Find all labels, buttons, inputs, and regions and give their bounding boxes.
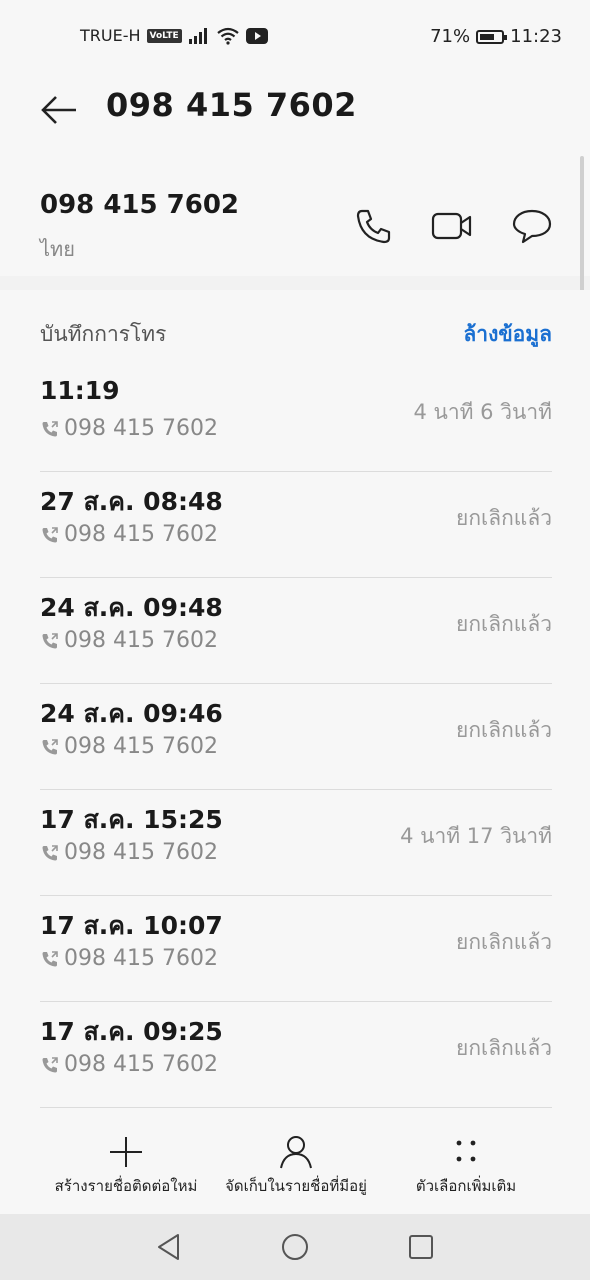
call-number: 098 415 7602 xyxy=(64,946,218,971)
phone-icon xyxy=(356,209,391,244)
page-title: 098 415 7602 xyxy=(106,86,357,124)
outgoing-call-icon xyxy=(42,1056,58,1072)
app-header: 098 415 7602 xyxy=(0,76,590,156)
video-call-icon xyxy=(431,212,472,240)
call-log-panel: บันทึกการโทร ล้างข้อมูล 11:19 098 415 760… xyxy=(0,290,590,1124)
triangle-back-icon xyxy=(158,1234,179,1260)
nav-recents-button[interactable] xyxy=(404,1230,438,1264)
call-log-row[interactable]: 24 ส.ค. 09:46 098 415 7602 ยกเลิกแล้ว xyxy=(40,684,552,790)
call-log-row[interactable]: 27 ส.ค. 08:48 098 415 7602 ยกเลิกแล้ว xyxy=(40,472,552,578)
call-time: 17 ส.ค. 10:07 xyxy=(40,911,223,940)
status-bar: TRUE-H VoLTE 71% 11:23 xyxy=(0,0,590,76)
back-button[interactable] xyxy=(36,86,84,134)
person-icon xyxy=(280,1136,312,1169)
call-status: ยกเลิกแล้ว xyxy=(456,506,552,530)
clock: 11:23 xyxy=(510,26,562,47)
more-options-button[interactable]: ตัวเลือกเพิ่มเติม xyxy=(400,1134,532,1198)
call-button[interactable] xyxy=(352,204,396,248)
outgoing-call-icon xyxy=(42,844,58,860)
call-log-row[interactable]: 17 ส.ค. 10:07 098 415 7602 ยกเลิกแล้ว xyxy=(40,896,552,1002)
call-log-row[interactable]: 11:19 098 415 7602 4 นาที 6 วินาที xyxy=(40,366,552,472)
square-recents-icon xyxy=(409,1235,433,1259)
outgoing-call-icon xyxy=(42,738,58,754)
call-time: 24 ส.ค. 09:48 xyxy=(40,593,223,622)
call-number: 098 415 7602 xyxy=(64,734,218,759)
call-status: ยกเลิกแล้ว xyxy=(456,1036,552,1060)
contact-card: 098 415 7602 ไทย xyxy=(0,156,590,276)
contact-number: 098 415 7602 xyxy=(40,190,240,220)
outgoing-call-icon xyxy=(42,632,58,648)
call-time: 27 ส.ค. 08:48 xyxy=(40,487,223,516)
arrow-left-icon xyxy=(41,96,76,124)
youtube-icon xyxy=(245,27,268,44)
bottom-action-bar: สร้างรายชื่อติดต่อใหม่ จัดเก็บในรายชื่อท… xyxy=(0,1124,590,1214)
call-log-title: บันทึกการโทร xyxy=(40,322,167,346)
call-log-row[interactable]: 17 ส.ค. 15:25 098 415 7602 4 นาที 17 วินาท… xyxy=(40,790,552,896)
create-contact-label: สร้างรายชื่อติดต่อใหม่ xyxy=(54,1177,198,1195)
plus-icon xyxy=(110,1137,142,1167)
call-status: 4 นาที 6 วินาที xyxy=(413,400,552,424)
call-number: 098 415 7602 xyxy=(64,522,218,547)
call-status: 4 นาที 17 วินาที xyxy=(400,824,552,848)
call-number: 098 415 7602 xyxy=(64,1052,218,1077)
call-time: 17 ส.ค. 09:25 xyxy=(40,1017,223,1046)
more-options-label: ตัวเลือกเพิ่มเติม xyxy=(415,1177,517,1195)
volte-badge: VoLTE xyxy=(146,28,182,43)
wifi-icon xyxy=(217,27,239,45)
message-icon xyxy=(512,209,552,244)
call-status: ยกเลิกแล้ว xyxy=(456,930,552,954)
battery-icon xyxy=(476,29,508,44)
nav-back-button[interactable] xyxy=(152,1230,186,1264)
call-time: 17 ส.ค. 15:25 xyxy=(40,805,223,834)
outgoing-call-icon xyxy=(42,420,58,436)
battery-fill xyxy=(480,33,495,40)
video-call-button[interactable] xyxy=(430,204,474,248)
call-number: 098 415 7602 xyxy=(64,840,218,865)
save-to-existing-label: จัดเก็บในรายชื่อที่มีอยู่ xyxy=(225,1177,367,1195)
message-button[interactable] xyxy=(510,204,554,248)
outgoing-call-icon xyxy=(42,526,58,542)
call-status: ยกเลิกแล้ว xyxy=(456,612,552,636)
clear-log-button[interactable]: ล้างข้อมูล xyxy=(463,318,552,351)
call-status: ยกเลิกแล้ว xyxy=(456,718,552,742)
call-log-list: 11:19 098 415 7602 4 นาที 6 วินาที 27 ส.ค. … xyxy=(40,366,552,1108)
system-nav-bar xyxy=(0,1214,590,1280)
call-time: 11:19 xyxy=(40,376,120,405)
call-log-row[interactable]: 17 ส.ค. 09:25 098 415 7602 ยกเลิกแล้ว xyxy=(40,1002,552,1108)
call-log-row[interactable]: 24 ส.ค. 09:48 098 415 7602 ยกเลิกแล้ว xyxy=(40,578,552,684)
more-dots-icon xyxy=(456,1140,476,1162)
circle-home-icon xyxy=(282,1234,308,1260)
carrier-label: TRUE-H xyxy=(80,26,141,45)
call-number: 098 415 7602 xyxy=(64,628,218,653)
create-contact-button[interactable]: สร้างรายชื่อติดต่อใหม่ xyxy=(46,1134,206,1198)
call-time: 24 ส.ค. 09:46 xyxy=(40,699,223,728)
signal-icon xyxy=(188,27,207,44)
nav-home-button[interactable] xyxy=(278,1230,312,1264)
outgoing-call-icon xyxy=(42,950,58,966)
call-number: 098 415 7602 xyxy=(64,416,218,441)
battery-percent: 71% xyxy=(430,26,471,47)
save-to-existing-button[interactable]: จัดเก็บในรายชื่อที่มีอยู่ xyxy=(214,1134,378,1198)
contact-region: ไทย xyxy=(40,237,75,261)
